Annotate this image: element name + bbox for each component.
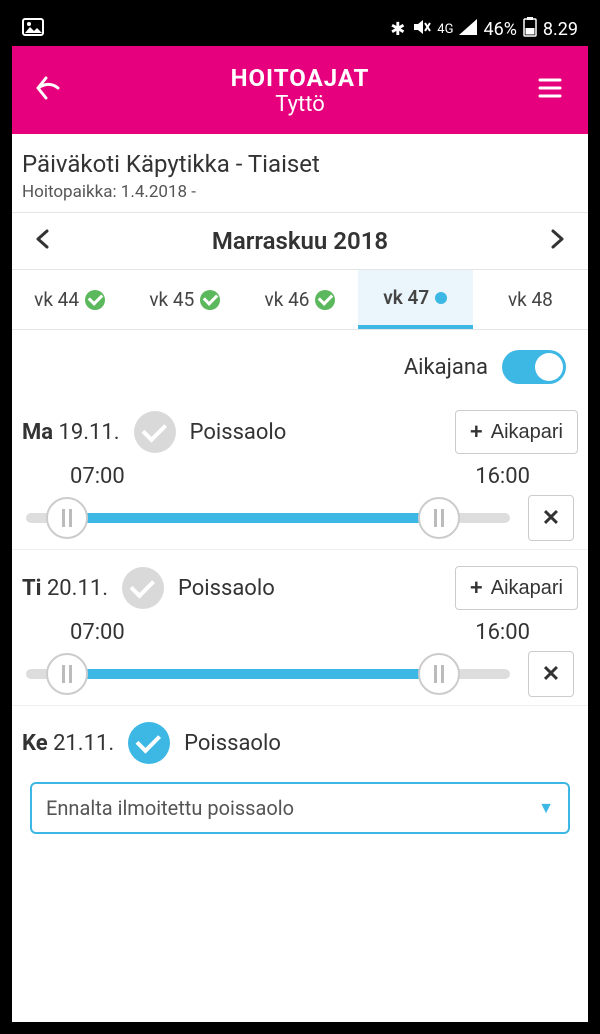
picture-icon xyxy=(22,18,44,41)
check-icon xyxy=(85,290,105,310)
absence-checkbox[interactable] xyxy=(128,722,170,764)
time-slider[interactable] xyxy=(26,496,510,540)
day-left: Ma 19.11. Poissaolo xyxy=(22,411,286,453)
menu-button[interactable] xyxy=(534,72,566,108)
day-block-ke: Ke 21.11. Poissaolo Ennalta ilmoitettu p… xyxy=(12,706,588,842)
battery-icon xyxy=(523,17,537,42)
page-title: HOITOAJAT xyxy=(66,64,534,92)
day-left: Ti 20.11. Poissaolo xyxy=(22,567,275,609)
week-label: vk 44 xyxy=(34,288,79,311)
timeline-toggle-row: Aikajana xyxy=(12,330,588,394)
week-label: vk 45 xyxy=(149,288,194,311)
absence-label: Poissaolo xyxy=(178,576,275,601)
back-button[interactable] xyxy=(34,72,66,108)
clock-time: 8.29 xyxy=(543,19,578,40)
week-label: vk 47 xyxy=(383,286,429,309)
screen: ✱ 4G 46% 8.29 HOITOAJAT xyxy=(12,12,588,1022)
end-time: 16:00 xyxy=(475,464,530,489)
week-tabs: vk 44 vk 45 vk 46 vk 47 vk 48 xyxy=(12,270,588,330)
location-block: Päiväkoti Käpytikka - Tiaiset Hoitopaikk… xyxy=(12,134,588,212)
time-labels: 07:00 16:00 xyxy=(22,464,578,495)
week-tab-45[interactable]: vk 45 xyxy=(127,270,242,329)
day-head: Ke 21.11. Poissaolo xyxy=(22,718,578,774)
next-month-button[interactable] xyxy=(546,228,568,254)
timeline-label: Aikajana xyxy=(404,355,488,380)
app-header: HOITOAJAT Tyttö xyxy=(12,46,588,134)
battery-pct: 46% xyxy=(483,19,516,40)
absence-reason-select[interactable]: Ennalta ilmoitettu poissaolo ▼ xyxy=(30,782,570,834)
week-label: vk 48 xyxy=(508,288,553,311)
day-block-ti: Ti 20.11. Poissaolo + Aikapari 07:00 16:… xyxy=(12,550,588,706)
check-icon xyxy=(200,290,220,310)
status-right: ✱ 4G 46% 8.29 xyxy=(390,17,578,42)
device-frame: ✱ 4G 46% 8.29 HOITOAJAT xyxy=(0,0,600,1034)
slider-row: ✕ xyxy=(22,495,578,541)
add-timepair-button[interactable]: + Aikapari xyxy=(455,566,578,610)
day-block-ma: Ma 19.11. Poissaolo + Aikapari 07:00 16:… xyxy=(12,394,588,550)
delete-timepair-button[interactable]: ✕ xyxy=(528,651,574,697)
bluetooth-icon: ✱ xyxy=(390,19,405,40)
start-time: 07:00 xyxy=(70,464,125,489)
slider-handle-start[interactable] xyxy=(46,497,88,539)
week-tab-48[interactable]: vk 48 xyxy=(473,270,588,329)
check-icon xyxy=(315,290,335,310)
start-time: 07:00 xyxy=(70,620,125,645)
day-name: Ti 20.11. xyxy=(22,576,108,601)
week-tab-44[interactable]: vk 44 xyxy=(12,270,127,329)
month-nav: Marraskuu 2018 xyxy=(12,212,588,270)
signal-icon xyxy=(459,19,477,40)
absence-select-wrap: Ennalta ilmoitettu poissaolo ▼ xyxy=(22,774,578,834)
week-tab-46[interactable]: vk 46 xyxy=(242,270,357,329)
day-name: Ke 21.11. xyxy=(22,731,114,756)
slider-handle-start[interactable] xyxy=(46,653,88,695)
absence-checkbox[interactable] xyxy=(122,567,164,609)
slider-handle-end[interactable] xyxy=(418,653,460,695)
absence-label: Poissaolo xyxy=(184,731,281,756)
absence-reason-value: Ennalta ilmoitettu poissaolo xyxy=(46,796,294,820)
month-label: Marraskuu 2018 xyxy=(212,227,388,255)
day-left: Ke 21.11. Poissaolo xyxy=(22,722,281,764)
current-dot-icon xyxy=(435,292,447,304)
add-timepair-button[interactable]: + Aikapari xyxy=(455,410,578,454)
day-name: Ma 19.11. xyxy=(22,420,120,445)
timeline-toggle[interactable] xyxy=(502,350,566,384)
care-place: Hoitopaikka: 1.4.2018 - xyxy=(22,182,578,202)
day-head: Ti 20.11. Poissaolo + Aikapari xyxy=(22,562,578,620)
location-name: Päiväkoti Käpytikka - Tiaiset xyxy=(22,150,578,178)
week-tab-47[interactable]: vk 47 xyxy=(358,270,473,329)
slider-fill xyxy=(68,513,438,523)
page-subtitle: Tyttö xyxy=(66,92,534,117)
aikapari-label: Aikapari xyxy=(491,577,563,600)
header-center: HOITOAJAT Tyttö xyxy=(66,64,534,117)
slider-fill xyxy=(68,669,438,679)
absence-checkbox[interactable] xyxy=(134,411,176,453)
absence-label: Poissaolo xyxy=(190,420,287,445)
plus-icon: + xyxy=(470,575,483,601)
slider-handle-end[interactable] xyxy=(418,497,460,539)
week-label: vk 46 xyxy=(265,288,310,311)
prev-month-button[interactable] xyxy=(32,228,54,254)
slider-row: ✕ xyxy=(22,651,578,697)
status-bar: ✱ 4G 46% 8.29 xyxy=(12,12,588,46)
end-time: 16:00 xyxy=(475,620,530,645)
time-labels: 07:00 16:00 xyxy=(22,620,578,651)
delete-timepair-button[interactable]: ✕ xyxy=(528,495,574,541)
status-left xyxy=(22,18,44,41)
aikapari-label: Aikapari xyxy=(491,421,563,444)
mute-icon xyxy=(411,17,431,42)
plus-icon: + xyxy=(470,419,483,445)
network-type: 4G xyxy=(437,23,453,36)
chevron-down-icon: ▼ xyxy=(538,798,554,818)
day-head: Ma 19.11. Poissaolo + Aikapari xyxy=(22,406,578,464)
time-slider[interactable] xyxy=(26,652,510,696)
